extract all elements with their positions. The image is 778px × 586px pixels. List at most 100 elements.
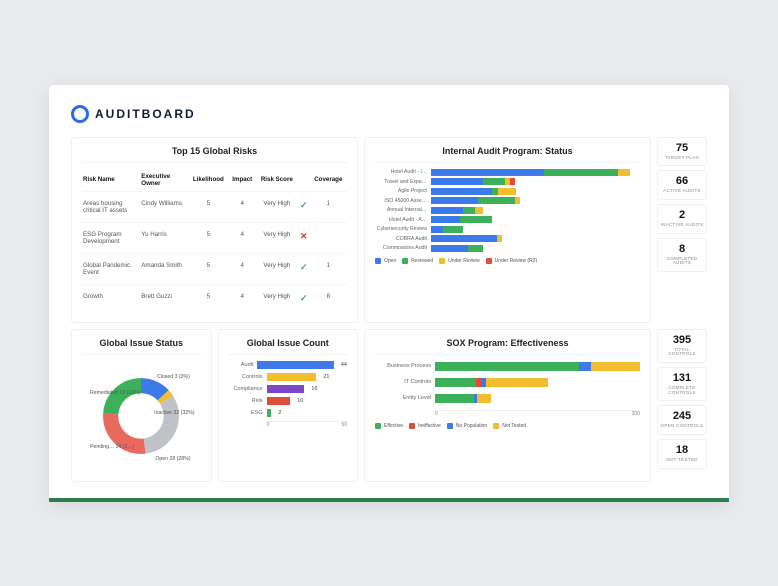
check-icon: ✓ [300,293,308,303]
stat-value: 395 [673,335,691,346]
stat-label: INACTIVE AUDITS [661,223,704,228]
slice-label: Remediated 13 (13%) [90,391,140,397]
slice-label: Pending… 24 (2…) [90,445,134,451]
bar-label: Cybersecurity Review [375,226,427,232]
card-title: Global Issue Count [229,338,348,355]
slice-label: Closed 3 (3%) [157,375,190,381]
table-row[interactable]: Global Pandemic EventAmanda Smith54Very … [82,253,347,284]
bar-row: Hotel Audit - A… [375,216,640,223]
stat-label: OPEN CONTROLS [661,424,704,429]
bar-row: Controls 21 [229,373,348,381]
brand-text: AUDITBOARD [95,107,196,121]
bar-segment [483,178,505,185]
bar-label: Risk [229,398,263,404]
bar-row: IT Controls [375,378,640,387]
bar-segment [435,362,579,371]
bar-row: ISO 45000 Asse… [375,197,640,204]
donut-chart: Closed 3 (3%) Inactive 32 (32%) Open 28 … [82,361,201,471]
bar-segment [579,362,591,371]
bar-label: Entity Level [375,395,431,401]
table-header: Executive Owner [140,169,188,192]
legend-item: Ineffective [409,423,441,429]
stat-value: 66 [676,176,688,187]
stat-card[interactable]: 75TARGET PLAN [657,137,707,167]
bar-segment [475,207,482,214]
bar-label: ESG [229,410,263,416]
stat-label: COMPLETE CONTROLS [660,386,704,395]
bar-segment [431,226,443,233]
x-axis: 0 50 [267,421,348,428]
stat-card[interactable]: 395TOTAL CONTROLS [657,329,707,363]
bar-segment [591,362,640,371]
legend-item: Not Tested [493,423,526,429]
cross-icon: ✕ [300,231,308,241]
card-issue-status: Global Issue Status Closed 3 (3%) Inacti… [71,329,212,482]
brand-logo-icon [71,105,89,123]
table-row[interactable]: Areas housing critical IT assetsCindy Wi… [82,191,347,222]
legend-item: Reviewed [402,258,433,264]
bar-label: Hotel Audit - A… [375,217,427,223]
bar-segment [431,169,544,176]
card-sox: SOX Program: Effectiveness Business Proc… [364,329,651,482]
bar-label: COBRA Audit [375,236,427,242]
bar-row: Entity Level [375,394,640,403]
table-row[interactable]: GrowthBrett Guzzi54Very High✓8 [82,284,347,312]
bar-segment [431,178,483,185]
bar-label: Audit [229,362,254,368]
bar-segment [486,378,548,387]
stat-card[interactable]: 131COMPLETE CONTROLS [657,367,707,401]
card-title: Top 15 Global Risks [82,146,347,163]
table-header: Risk Name [82,169,140,192]
bar-segment [431,207,463,214]
check-icon: ✓ [300,200,308,210]
bar-segment [431,188,492,195]
bar-row: ESG 2 [229,409,348,417]
bar-label: Travel and Expe… [375,179,427,185]
axis-tick: 0 [435,411,438,417]
bar-label: Hotel Audit - I… [375,169,427,175]
bar-segment [460,216,492,223]
bar-label: IT Controls [375,379,431,385]
bar-segment [431,235,497,242]
stat-card[interactable]: 8COMPLETED AUDITS [657,238,707,272]
bar-segment [510,178,515,185]
bar-segment [477,394,491,403]
slice-label: Open 28 (28%) [155,457,190,463]
axis-tick: 50 [341,422,347,428]
bar-segment [267,385,305,393]
chart-legend: OpenReviewedUnder ReviewUnder Review (R2… [375,258,640,264]
stat-card[interactable]: 2INACTIVE AUDITS [657,204,707,234]
bar-row: Agile Project [375,188,640,195]
table-header: Impact [229,169,256,192]
bar-row: COBRA Audit [375,235,640,242]
stat-value: 18 [676,445,688,456]
table-header: Risk Score [256,169,298,192]
bar-label: ISO 45000 Asse… [375,198,427,204]
risks-table: Risk NameExecutive OwnerLikelihoodImpact… [82,169,347,312]
card-top-risks: Top 15 Global Risks Risk NameExecutive O… [71,137,358,323]
bar-segment [267,373,317,381]
stat-card[interactable]: 18NOT TESTED [657,439,707,469]
bar-segment [257,361,333,369]
bar-segment [431,245,468,252]
card-internal-audit: Internal Audit Program: Status Hotel Aud… [364,137,651,323]
stat-card[interactable]: 66 ACTIVE AUDITS [657,170,707,200]
bar-row: Travel and Expe… [375,178,640,185]
window-accent-bar [49,498,729,502]
bar-label: Commissions Audit [375,245,427,251]
stat-label: ACTIVE AUDITS [663,189,701,194]
stat-card[interactable]: 245OPEN CONTROLS [657,405,707,435]
bar-segment [463,207,475,214]
bar-segment [515,197,520,204]
axis-tick: 200 [632,411,640,417]
table-header: Likelihood [188,169,229,192]
card-issue-count: Global Issue Count Audit 44 Controls 21 … [218,329,359,482]
bar-row: Annual Internal… [375,207,640,214]
bar-value: 16 [311,386,317,392]
table-row[interactable]: ESG Program DevelopmentYu Harris54Very H… [82,222,347,253]
legend-item: Effective [375,423,403,429]
bar-row: Business Process [375,362,640,371]
legend-item: No Population [447,423,487,429]
bar-row: Audit 44 [229,361,348,369]
table-header: Coverage [310,169,347,192]
